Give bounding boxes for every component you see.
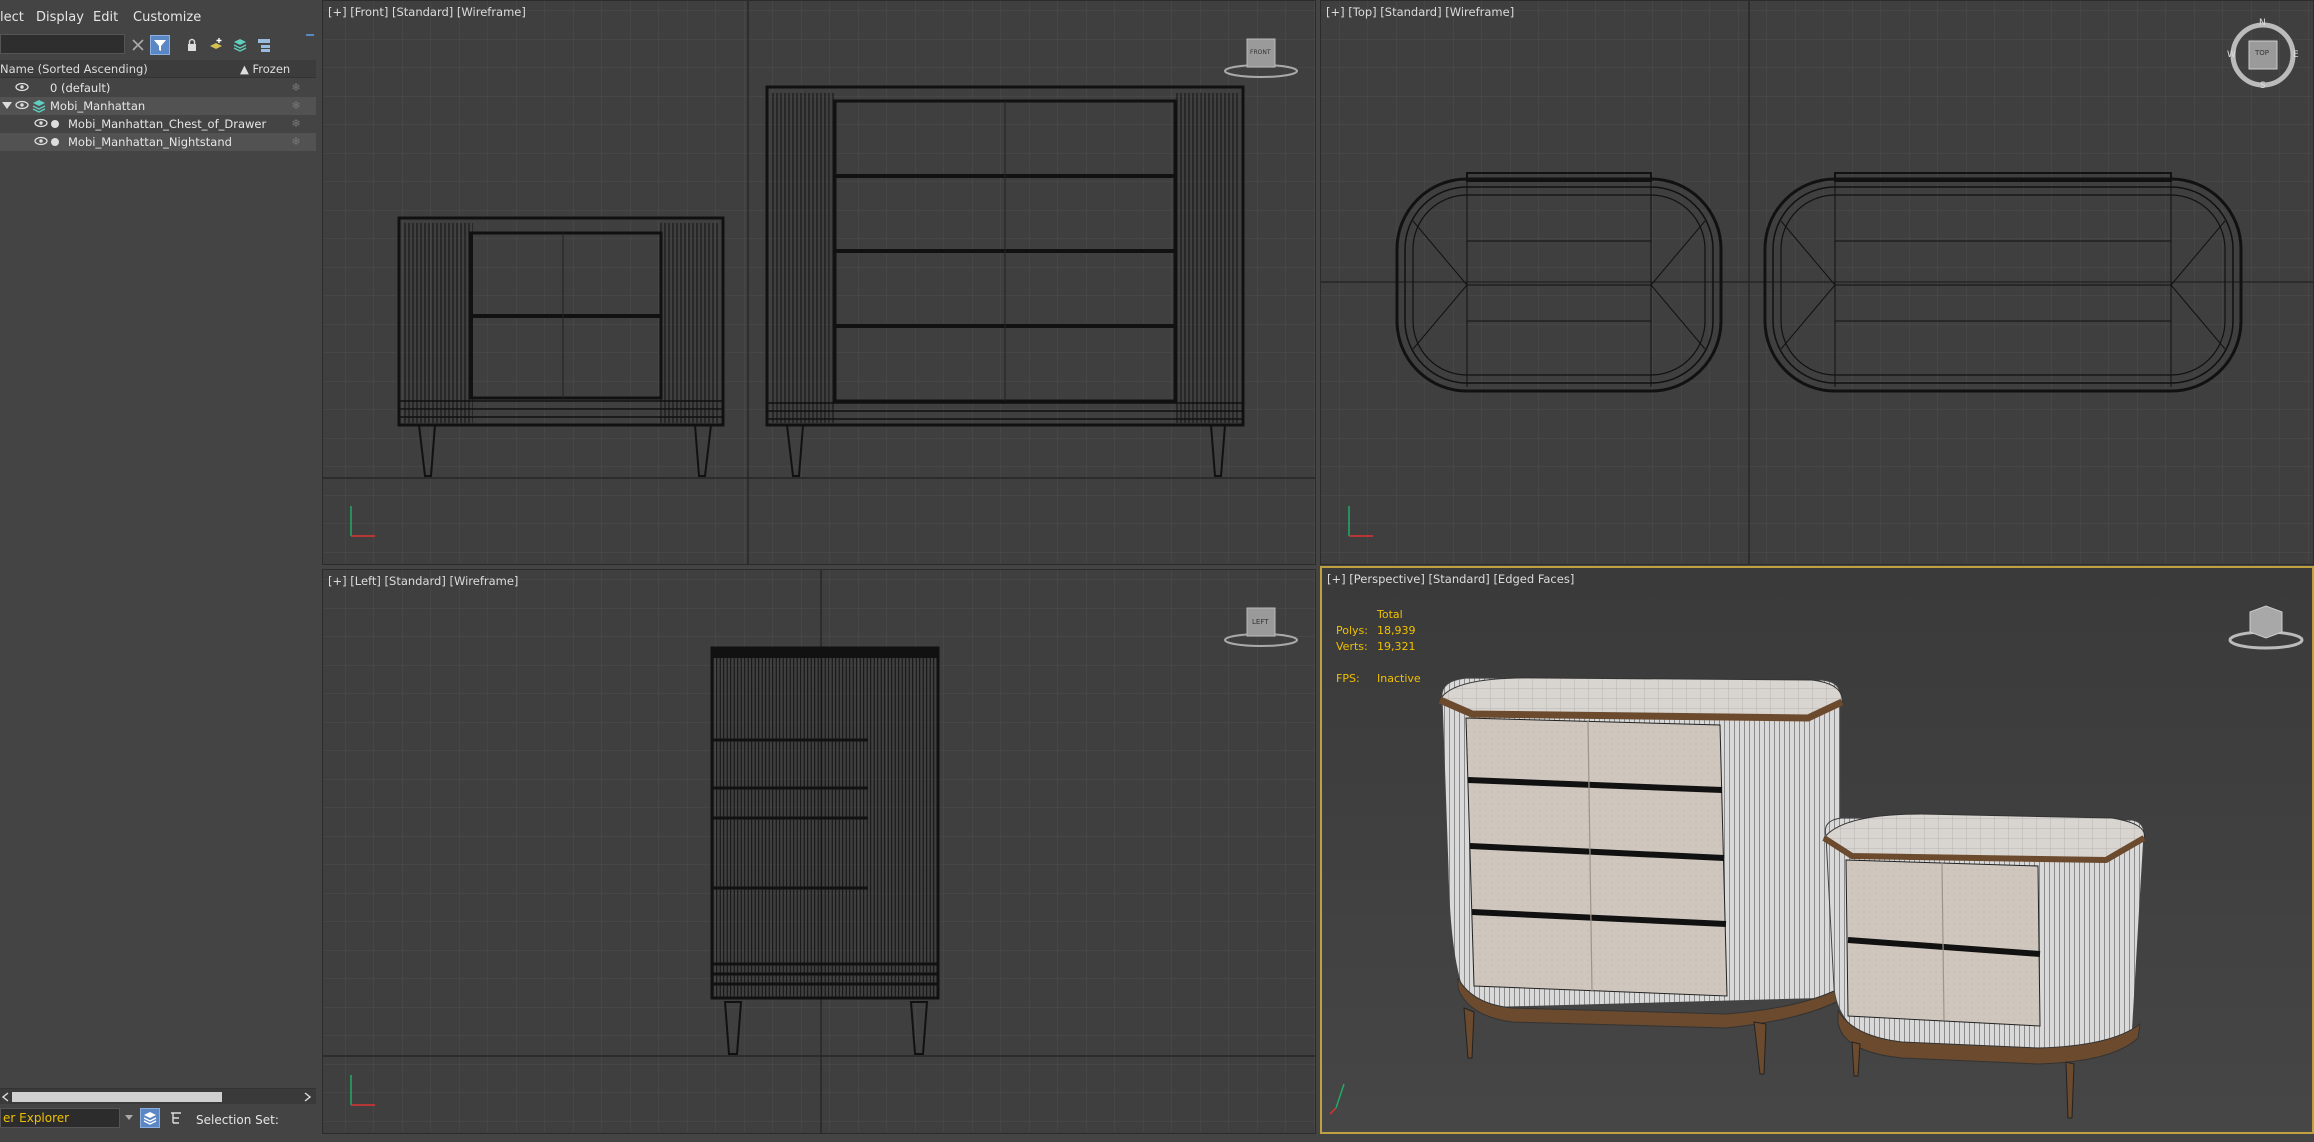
viewcube-face-label: LEFT	[1252, 618, 1269, 626]
hierarchy-button[interactable]	[254, 35, 274, 55]
top-view-canvas	[1321, 1, 2313, 564]
stats-polys-value: 18,939	[1377, 624, 1416, 637]
viewport-top[interactable]: TOP N S E W [+] [Top] [Standard] [Wirefr…	[1320, 0, 2314, 565]
hierarchy-view-button[interactable]	[166, 1108, 186, 1128]
scroll-left-icon[interactable]	[1, 1092, 9, 1102]
tree-item-label: Mobi_Manhattan_Nightstand	[68, 135, 232, 149]
layer-explorer-button[interactable]	[140, 1108, 160, 1128]
chest-of-drawer-render	[1438, 677, 1844, 1075]
chevron-down-icon	[125, 1115, 133, 1120]
perspective-view-canvas	[1322, 568, 2312, 1132]
expand-arrow-icon[interactable]	[2, 102, 12, 110]
menu-select[interactable]: lect	[0, 10, 24, 25]
toolbar-accent	[306, 34, 314, 36]
viewport-perspective-label[interactable]: [+] [Perspective] [Standard] [Edged Face…	[1327, 572, 1574, 586]
lock-button[interactable]	[182, 35, 202, 55]
clear-search-button[interactable]	[128, 35, 148, 55]
object-icon	[51, 138, 59, 146]
viewcube-face-label: TOP	[2255, 49, 2270, 57]
tree-item-chest-of-drawer[interactable]: Mobi_Manhattan_Chest_of_Drawer ❄	[0, 115, 316, 133]
object-icon	[51, 120, 59, 128]
freeze-icon[interactable]: ❄	[289, 117, 303, 131]
filter-icon	[154, 40, 166, 51]
lock-icon	[188, 38, 196, 51]
eye-icon[interactable]	[15, 100, 29, 110]
tree-item-mobi-manhattan[interactable]: Mobi_Manhattan ❄	[0, 97, 316, 115]
tree-item-label: Mobi_Manhattan	[50, 99, 146, 113]
menu-display[interactable]: Display	[36, 10, 84, 25]
tree-item-label: Mobi_Manhattan_Chest_of_Drawer	[68, 117, 267, 131]
left-view-canvas	[323, 570, 1315, 1133]
column-frozen-header[interactable]: ▲ Frozen	[240, 62, 290, 76]
stats-polys-label: Polys:	[1336, 624, 1368, 637]
horizontal-scrollbar[interactable]	[0, 1088, 316, 1104]
viewport-left[interactable]: LEFT [+] [Left] [Standard] [Wireframe]	[322, 569, 1316, 1134]
selection-set-label: Selection Set:	[196, 1113, 279, 1127]
compass-west: W	[2227, 50, 2236, 60]
front-view-canvas	[323, 1, 1315, 564]
column-header: Name (Sorted Ascending) ▲ Frozen	[0, 60, 316, 78]
tree-item-default-layer[interactable]: 0 (default) ❄	[0, 79, 316, 97]
explorer-menubar: lect Display Edit Customize	[0, 0, 320, 34]
stats-verts-label: Verts:	[1336, 640, 1368, 653]
compass-north: N	[2259, 18, 2266, 28]
eye-icon[interactable]	[15, 82, 29, 92]
hierarchy-icon	[258, 39, 270, 52]
viewport-perspective[interactable]: [+] [Perspective] [Standard] [Edged Face…	[1320, 566, 2314, 1134]
stats-fps-label: FPS:	[1336, 672, 1360, 685]
scrollbar-thumb[interactable]	[12, 1092, 222, 1102]
viewport-front[interactable]: FRONT [+] [Front] [Standard] [Wireframe]	[322, 0, 1316, 565]
viewport-top-label[interactable]: [+] [Top] [Standard] [Wireframe]	[1326, 5, 1514, 19]
eye-icon[interactable]	[34, 136, 48, 146]
freeze-icon[interactable]: ❄	[289, 99, 303, 113]
close-icon	[132, 39, 144, 51]
filter-button[interactable]	[150, 35, 170, 55]
freeze-icon[interactable]: ❄	[289, 135, 303, 149]
viewport-left-label[interactable]: [+] [Left] [Standard] [Wireframe]	[328, 574, 518, 588]
stats-verts-value: 19,321	[1377, 640, 1416, 653]
eye-icon[interactable]	[34, 118, 48, 128]
tree-item-nightstand[interactable]: Mobi_Manhattan_Nightstand ❄	[0, 133, 316, 151]
tree-item-label: 0 (default)	[50, 81, 111, 95]
compass-south: S	[2260, 81, 2266, 91]
explorer-mode-value: er Explorer	[3, 1111, 70, 1125]
explorer-bottombar: er Explorer Selection Set:	[0, 1106, 320, 1132]
layers-icon	[233, 39, 247, 52]
stats-total-label: Total	[1377, 608, 1403, 621]
layers-button[interactable]	[230, 35, 250, 55]
stats-fps-value: Inactive	[1377, 672, 1421, 685]
freeze-icon[interactable]: ❄	[289, 81, 303, 95]
viewport-front-label[interactable]: [+] [Front] [Standard] [Wireframe]	[328, 5, 526, 19]
menu-customize[interactable]: Customize	[133, 10, 201, 25]
search-input[interactable]	[0, 34, 125, 54]
scene-explorer: lect Display Edit Customize Name (Sorted…	[0, 0, 320, 1142]
scroll-right-icon[interactable]	[304, 1092, 312, 1102]
column-name-header[interactable]: Name (Sorted Ascending)	[0, 62, 148, 76]
viewcube-face-label: FRONT	[1250, 49, 1271, 56]
explorer-mode-dropdown[interactable]: er Explorer	[0, 1108, 133, 1128]
menu-edit[interactable]: Edit	[93, 10, 118, 25]
compass-east: E	[2293, 50, 2299, 60]
layer-icon	[32, 100, 46, 113]
explorer-toolbar	[0, 32, 320, 58]
layers-icon	[143, 1112, 157, 1125]
layer-add-icon	[210, 38, 222, 49]
side-wireframe	[710, 646, 940, 1055]
add-layer-button[interactable]	[206, 35, 226, 55]
hierarchy-icon	[171, 1112, 181, 1124]
